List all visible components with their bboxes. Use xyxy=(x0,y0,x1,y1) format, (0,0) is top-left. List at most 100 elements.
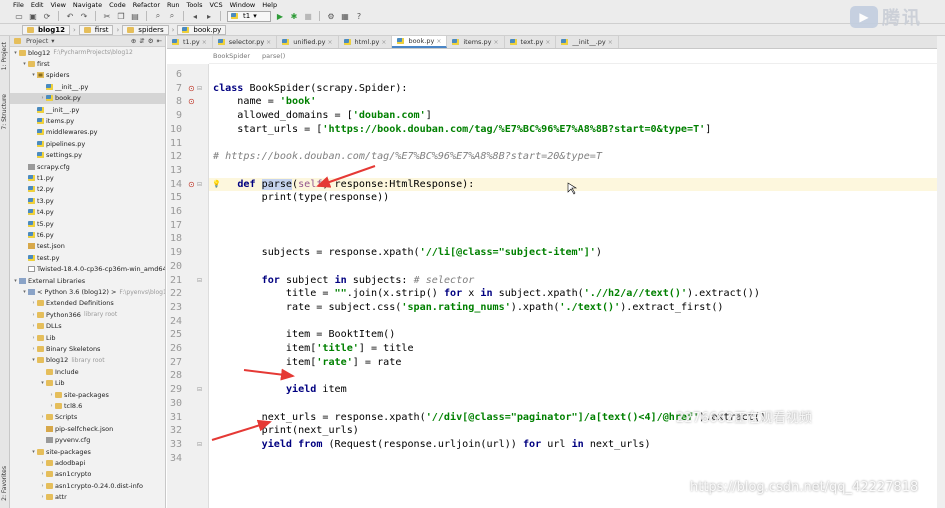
project-structure-icon[interactable]: ▦ xyxy=(340,11,350,21)
menu-tools[interactable]: Tools xyxy=(186,1,202,9)
editor-tab[interactable]: text.py × xyxy=(505,36,557,48)
menu-view[interactable]: View xyxy=(50,1,65,9)
tree-item[interactable]: pyvenv.cfg xyxy=(10,435,90,446)
nav-crumb[interactable]: book.py xyxy=(177,24,227,35)
menu-navigate[interactable]: Navigate xyxy=(73,1,102,9)
fold-icon[interactable]: ⊟ xyxy=(197,438,202,452)
tree-item[interactable]: ▾ first xyxy=(10,58,49,69)
tree-item[interactable]: ▾ External Libraries xyxy=(10,275,85,286)
tree-item[interactable]: › attr xyxy=(10,492,67,503)
tree-item[interactable]: pipelines.py xyxy=(10,138,85,149)
undo-icon[interactable]: ↶ xyxy=(65,11,75,21)
tree-item[interactable]: › asn1crypto xyxy=(10,469,92,480)
tree-item[interactable]: ▾ site-packages xyxy=(10,446,91,457)
menu-help[interactable]: Help xyxy=(262,1,277,9)
editor-tab[interactable]: selector.py × xyxy=(213,36,278,48)
tree-item[interactable]: › adodbapi xyxy=(10,457,86,468)
help-icon[interactable]: ? xyxy=(354,11,364,21)
tree-item[interactable]: ▾ blog12 library root xyxy=(10,355,104,366)
close-icon[interactable]: × xyxy=(202,39,207,46)
tree-item[interactable]: test.py xyxy=(10,252,60,263)
tree-item[interactable]: › Scripts xyxy=(10,412,78,423)
back-icon[interactable]: ◂ xyxy=(190,11,200,21)
menu-edit[interactable]: Edit xyxy=(31,1,44,9)
tree-item[interactable]: ▾ spiders xyxy=(10,70,69,81)
tree-item[interactable]: › tcl8.6 xyxy=(10,400,83,411)
stop-icon[interactable]: ■ xyxy=(303,11,313,21)
tree-item[interactable]: items.py xyxy=(10,115,74,126)
nav-crumb[interactable]: first xyxy=(78,24,114,35)
close-icon[interactable]: × xyxy=(608,39,613,46)
copy-icon[interactable]: ❐ xyxy=(116,11,126,21)
tree-item[interactable]: › asn1crypto-0.24.0.dist-info xyxy=(10,480,143,491)
redo-icon[interactable]: ↷ xyxy=(79,11,89,21)
override-icon[interactable]: ⊙ xyxy=(188,95,195,109)
open-folder-icon[interactable]: ▭ xyxy=(14,11,24,21)
override-icon[interactable]: ⊙ xyxy=(188,178,195,192)
tree-item[interactable]: › Python366 library root xyxy=(10,309,118,320)
cut-icon[interactable]: ✂ xyxy=(102,11,112,21)
editor-tab[interactable]: unified.py × xyxy=(277,36,339,48)
menu-window[interactable]: Window xyxy=(230,1,256,9)
close-icon[interactable]: × xyxy=(328,39,333,46)
tree-item[interactable]: › DLLs xyxy=(10,321,62,332)
nav-crumb[interactable]: spiders xyxy=(122,24,169,35)
menu-refactor[interactable]: Refactor xyxy=(133,1,160,9)
forward-icon[interactable]: ▸ xyxy=(204,11,214,21)
close-icon[interactable]: × xyxy=(493,39,498,46)
tree-item[interactable]: t5.py xyxy=(10,218,54,229)
close-icon[interactable]: × xyxy=(381,39,386,46)
nav-crumb[interactable]: blog12 xyxy=(22,24,70,35)
tree-item[interactable]: middlewares.py xyxy=(10,127,97,138)
paste-icon[interactable]: ▤ xyxy=(130,11,140,21)
run-config-select[interactable]: t1 ▾ xyxy=(227,10,271,22)
editor-tab[interactable]: html.py × xyxy=(339,36,393,48)
collapse-icon[interactable]: ⇵ xyxy=(139,37,144,45)
lightbulb-icon[interactable]: 💡 xyxy=(212,178,221,192)
tool-tab-project[interactable]: 1: Project xyxy=(1,42,9,70)
menu-run[interactable]: Run xyxy=(167,1,179,9)
override-icon[interactable]: ⊙ xyxy=(188,82,195,96)
tree-item[interactable]: › Lib xyxy=(10,332,56,343)
tool-tab-structure[interactable]: 7: Structure xyxy=(1,94,9,130)
menu-file[interactable]: File xyxy=(13,1,24,9)
settings-icon[interactable]: ⚙ xyxy=(326,11,336,21)
editor-tab[interactable]: t1.py × xyxy=(167,36,213,48)
find-icon[interactable]: ⌕ xyxy=(153,11,163,21)
tree-item[interactable]: ▾ blog12 F:\PycharmProjects\blog12 xyxy=(10,47,133,58)
editor-tab[interactable]: book.py × xyxy=(392,36,448,48)
tree-item[interactable]: ▾ Lib xyxy=(10,378,64,389)
hide-icon[interactable]: ⇤ xyxy=(157,37,162,45)
tree-item[interactable]: settings.py xyxy=(10,150,82,161)
save-all-icon[interactable]: ▣ xyxy=(28,11,38,21)
tree-item[interactable]: t3.py xyxy=(10,195,54,206)
debug-icon[interactable]: ✱ xyxy=(289,11,299,21)
tree-item[interactable]: test.json xyxy=(10,241,65,252)
menu-vcs[interactable]: VCS xyxy=(209,1,222,9)
breadcrumb-method[interactable]: parse() xyxy=(262,52,285,60)
close-icon[interactable]: × xyxy=(266,39,271,46)
close-icon[interactable]: × xyxy=(436,38,441,45)
tree-item[interactable]: scrapy.cfg xyxy=(10,161,70,172)
tree-item[interactable]: t2.py xyxy=(10,184,54,195)
tree-item[interactable]: __init__.py xyxy=(10,81,88,92)
editor-tab[interactable]: __init__.py × xyxy=(556,36,619,48)
fold-icon[interactable]: ⊟ xyxy=(197,383,202,397)
editor-tab[interactable]: items.py × xyxy=(447,36,505,48)
fold-icon[interactable]: ⊟ xyxy=(197,82,202,96)
run-icon[interactable]: ▶ xyxy=(275,11,285,21)
tree-item[interactable]: ▾ < Python 3.6 (blog12) >F:\pyenvs\blog12… xyxy=(10,286,165,297)
fold-icon[interactable]: ⊟ xyxy=(197,178,202,192)
fold-icon[interactable]: ⊟ xyxy=(197,274,202,288)
close-icon[interactable]: × xyxy=(545,39,550,46)
tool-tab-favorites[interactable]: 2: Favorites xyxy=(1,466,9,501)
code-editor[interactable]: class BookSpider(scrapy.Spider): name = … xyxy=(209,64,945,508)
tree-item[interactable]: › Binary Skeletons xyxy=(10,343,101,354)
project-view-select[interactable]: Project xyxy=(26,37,48,45)
tree-item[interactable]: __init__.py xyxy=(10,104,79,115)
tree-item[interactable]: t6.py xyxy=(10,229,54,240)
tree-item[interactable]: pip-selfcheck.json xyxy=(10,423,113,434)
tree-item[interactable]: Include xyxy=(10,366,79,377)
tree-item[interactable]: › site-packages xyxy=(10,389,109,400)
replace-icon[interactable]: ⌕ xyxy=(167,11,177,21)
